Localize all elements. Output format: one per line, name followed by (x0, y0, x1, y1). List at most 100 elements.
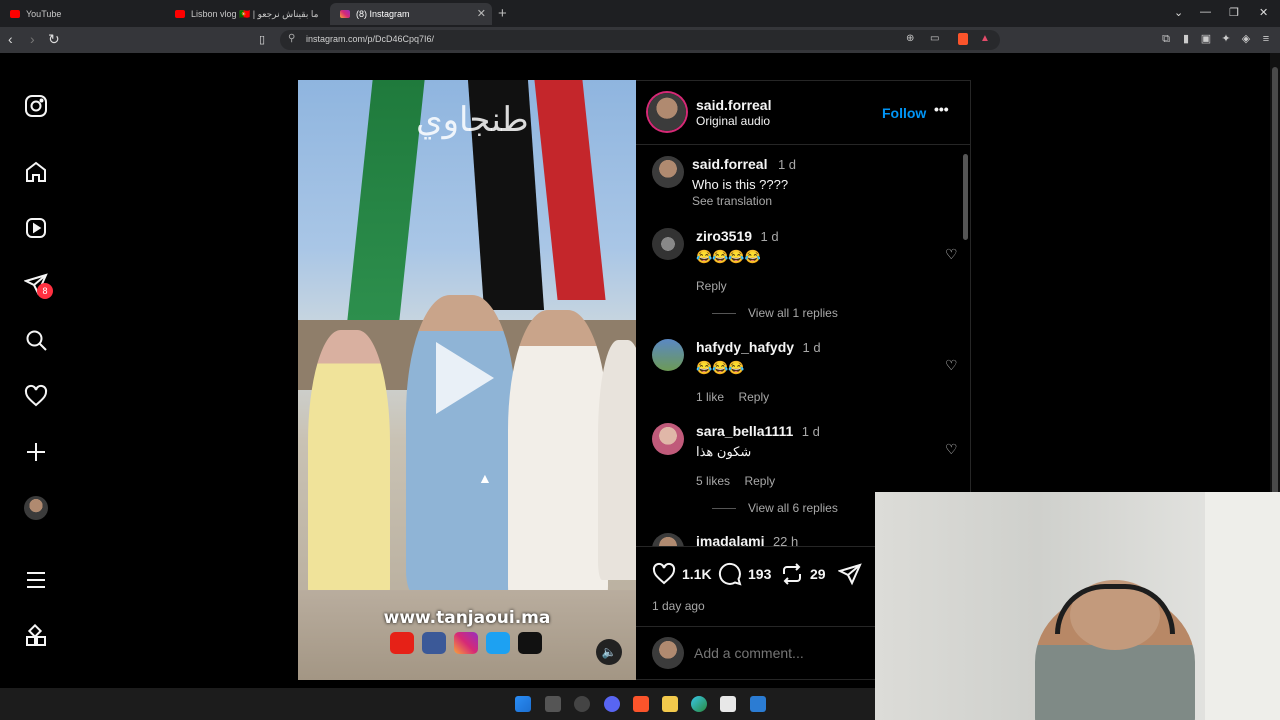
person-right (598, 340, 636, 580)
comment-time: 1 d (801, 424, 820, 439)
facebook-icon (422, 632, 446, 654)
comment-username[interactable]: imadalami (696, 533, 764, 546)
home-icon[interactable] (24, 160, 48, 184)
instagram-logo-icon[interactable] (24, 94, 48, 118)
play-icon[interactable] (436, 342, 494, 414)
view-replies-label[interactable]: View all 1 replies (748, 306, 838, 320)
extensions-icon[interactable]: ⧉ (1160, 33, 1172, 45)
tab-title: YouTube (26, 9, 62, 19)
close-tab-icon[interactable]: ✕ (477, 7, 486, 20)
brave-rewards-icon[interactable]: ▲ (980, 33, 990, 44)
comment-username[interactable]: sara_bella1111 (696, 423, 793, 439)
audio-label[interactable]: Original audio (696, 114, 770, 128)
notification-badge: 8 (37, 283, 53, 299)
hamburger-menu-icon[interactable] (24, 568, 48, 592)
my-avatar (652, 637, 684, 669)
webcam-overlay (875, 492, 1280, 720)
create-icon[interactable] (24, 440, 48, 464)
url-text[interactable]: instagram.com/p/DcD46Cpq7I6/ (306, 34, 434, 44)
repost-action[interactable]: 29 (780, 562, 826, 586)
tab-youtube[interactable]: YouTube (0, 3, 165, 25)
reposts-count: 29 (810, 566, 826, 582)
share-action[interactable] (838, 562, 862, 586)
comment-avatar[interactable] (652, 228, 684, 260)
reel-video[interactable]: طنجاوي www.tanjaoui.ma 🔈 (298, 80, 636, 680)
address-bar[interactable]: ⚲ instagram.com/p/DcD46Cpq7I6/ ⊕ ▭ ▲ (280, 30, 1000, 50)
cast-icon[interactable]: ▭ (930, 33, 939, 44)
comment-likes[interactable]: 5 likes (696, 474, 730, 488)
comment-icon[interactable] (718, 562, 742, 586)
mouse-cursor-icon: ▲ (478, 470, 492, 486)
reply-button[interactable]: Reply (696, 279, 727, 293)
more-apps-icon[interactable] (24, 624, 48, 648)
youtube-icon (10, 10, 20, 18)
follow-button[interactable]: Follow (882, 105, 926, 121)
person-blue (406, 295, 516, 595)
reels-icon[interactable] (24, 216, 48, 240)
vpn-icon[interactable]: ◈ (1240, 33, 1252, 45)
bookmark-icon[interactable]: ▯ (259, 33, 265, 46)
caption-text: Who is this ???? (692, 177, 789, 192)
view-replies-label[interactable]: View all 6 replies (748, 501, 838, 515)
reload-icon[interactable]: ↻ (48, 31, 60, 48)
task-view-icon[interactable] (545, 696, 561, 712)
youtube-icon (390, 632, 414, 654)
reply-button[interactable]: Reply (744, 474, 775, 488)
comment-avatar[interactable] (652, 423, 684, 455)
more-options-icon[interactable]: ••• (934, 101, 949, 117)
caption-avatar[interactable] (652, 156, 684, 188)
comment-avatar[interactable] (652, 339, 684, 371)
wallet-icon[interactable]: ▣ (1200, 33, 1212, 45)
start-icon[interactable] (515, 696, 531, 712)
tab-title: Lisbon vlog 🇵🇹 | ما بقيناش نرجعو (191, 8, 319, 19)
brave-icon[interactable] (633, 696, 649, 712)
notifications-heart-icon[interactable] (24, 384, 48, 408)
leo-ai-icon[interactable]: ✦ (1220, 33, 1232, 45)
like-comment-icon[interactable]: ♡ (945, 441, 958, 458)
comment-username[interactable]: ziro3519 (696, 228, 752, 244)
comment-username[interactable]: hafydy_hafydy (696, 339, 794, 355)
new-tab-icon[interactable]: + (498, 5, 507, 22)
caption-username[interactable]: said.forreal (692, 156, 767, 172)
app-icon[interactable] (574, 696, 590, 712)
tab-instagram[interactable]: (8) Instagram ✕ (330, 3, 492, 25)
view-replies[interactable]: View all 1 replies (712, 306, 838, 320)
like-comment-icon[interactable]: ♡ (945, 357, 958, 374)
file-explorer-icon[interactable] (662, 696, 678, 712)
reply-button[interactable]: Reply (738, 390, 769, 404)
sidebar-icon[interactable]: ▮ (1180, 33, 1192, 45)
mute-toggle-icon[interactable]: 🔈 (596, 639, 622, 665)
forward-icon[interactable]: › (30, 31, 35, 47)
mail-icon[interactable] (750, 696, 766, 712)
author-username[interactable]: said.forreal (696, 97, 771, 113)
zoom-icon[interactable]: ⊕ (906, 33, 914, 44)
back-icon[interactable]: ‹ (8, 31, 13, 47)
brave-shields-icon[interactable] (958, 33, 968, 45)
author-avatar[interactable] (648, 93, 686, 131)
comment-action[interactable]: 193 (718, 562, 771, 586)
tab-search-icon[interactable]: ⌄ (1174, 6, 1183, 19)
comment-avatar[interactable] (652, 533, 684, 546)
comments-scrollbar[interactable] (961, 144, 969, 544)
site-info-icon[interactable]: ⚲ (288, 33, 295, 44)
like-comment-icon[interactable]: ♡ (945, 246, 958, 263)
comment-likes[interactable]: 1 like (696, 390, 724, 404)
search-icon[interactable] (24, 328, 48, 352)
edge-icon[interactable] (691, 696, 707, 712)
comments-scroll-thumb[interactable] (963, 154, 968, 240)
view-replies[interactable]: View all 6 replies (712, 501, 838, 515)
repost-icon[interactable] (780, 562, 804, 586)
tab-lisbon-vlog[interactable]: Lisbon vlog 🇵🇹 | ما بقيناش نرجعو (165, 3, 330, 25)
see-translation-link[interactable]: See translation (692, 194, 922, 208)
maximize-icon[interactable]: ❐ (1229, 6, 1239, 19)
minimize-icon[interactable]: — (1200, 6, 1211, 18)
discord-icon[interactable] (604, 696, 620, 712)
likes-count[interactable]: 1.1K (682, 566, 712, 582)
heart-icon[interactable] (652, 562, 676, 586)
menu-icon[interactable]: ≡ (1260, 33, 1272, 45)
profile-avatar[interactable] (24, 496, 48, 520)
store-icon[interactable] (720, 696, 736, 712)
share-icon[interactable] (838, 562, 862, 586)
like-action[interactable]: 1.1K (652, 562, 712, 586)
close-window-icon[interactable]: ✕ (1259, 6, 1268, 19)
